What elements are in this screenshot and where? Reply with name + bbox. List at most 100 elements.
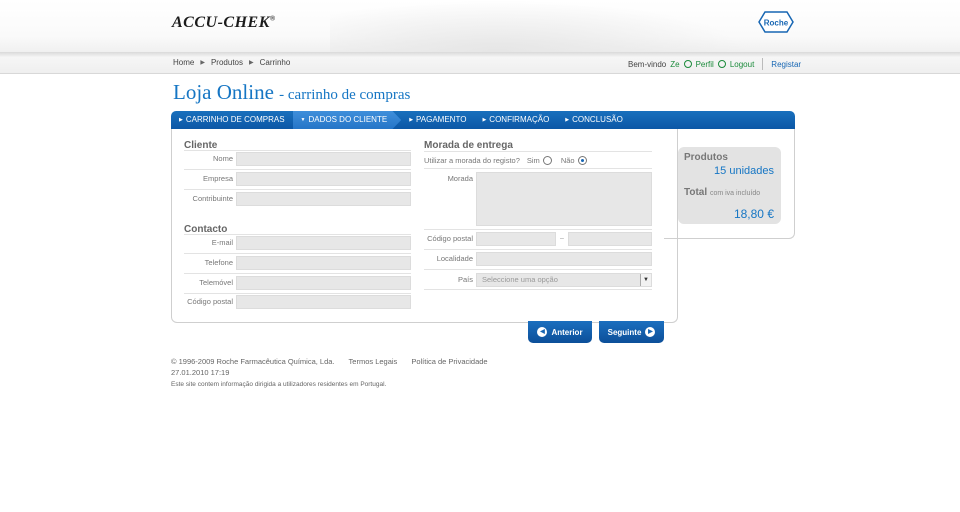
arrow-right-icon: ▶ [645, 327, 656, 337]
step-carrinho[interactable]: ▶ CARRINHO DE COMPRAS [171, 111, 293, 129]
contribuinte-label: Contribuinte [192, 194, 233, 203]
welcome-text: Bem-vindo [628, 59, 667, 69]
email-input[interactable] [236, 236, 411, 250]
products-label: Produtos [684, 152, 728, 163]
morada-textarea[interactable] [476, 172, 652, 226]
divider [424, 168, 652, 169]
delivery-section-title: Morada de entrega [424, 140, 513, 151]
register-link[interactable]: Registar [771, 60, 801, 69]
codigo-postal-label: Código postal [187, 297, 233, 306]
user-icon [683, 60, 692, 68]
step-confirmacao[interactable]: ▶ CONFIRMAÇÃO [474, 111, 557, 129]
chevron-down-icon[interactable]: ▼ [640, 274, 651, 286]
telemovel-row: Telemóvel [184, 276, 411, 290]
next-button[interactable]: Seguinte ▶ [599, 321, 664, 343]
yes-label: Sim [526, 156, 540, 165]
arrow-left-icon: ◀ [537, 327, 548, 337]
breadcrumb: Home ▶ Produtos ▶ Carrinho [173, 58, 290, 67]
divider [424, 249, 652, 250]
chevron-right-icon: ▶ [200, 60, 205, 66]
logout-link[interactable]: Logout [730, 60, 754, 69]
chevron-right-icon: ▶ [565, 117, 570, 123]
footer-disclaimer: Este site contem informação dirigida a u… [171, 381, 387, 388]
products-value: 15 unidades [714, 165, 774, 177]
chevron-down-icon: ▼ [300, 117, 306, 123]
total-label: Total com iva incluído [684, 187, 761, 198]
telefone-label: Telefone [204, 258, 233, 267]
step-conclusao[interactable]: ▶ CONCLUSÃO [557, 111, 631, 129]
telemovel-label: Telemóvel [199, 278, 233, 287]
morada-label: Morada [447, 174, 473, 183]
delivery-postal-row: Código postal – [424, 232, 652, 246]
copyright: © 1996-2009 Roche Farmacêutica Química, … [171, 357, 335, 366]
postal-code-part1-input[interactable] [476, 232, 556, 246]
divider [184, 253, 411, 254]
divider [424, 289, 652, 290]
svg-text:Roche: Roche [764, 19, 789, 28]
nome-input[interactable] [236, 152, 411, 166]
chevron-right-icon: ▶ [249, 60, 254, 66]
localidade-row: Localidade [424, 252, 652, 266]
footer-date: 27.01.2010 17:19 [171, 368, 230, 377]
pais-select[interactable]: Seleccione uma opção ▼ [476, 273, 652, 287]
total-value: 18,80 € [733, 207, 774, 221]
localidade-input[interactable] [476, 252, 652, 266]
chevron-right-icon: ▶ [482, 117, 487, 123]
breadcrumb-carrinho[interactable]: Carrinho [260, 58, 291, 67]
total-note: com iva incluído [709, 190, 761, 197]
codigo-postal-row: Código postal [184, 295, 411, 309]
step-pagamento[interactable]: ▶ PAGAMENTO [401, 111, 474, 129]
use-registered-address: Utilizar a morada do registo? Sim Não [424, 156, 587, 165]
previous-button[interactable]: ◀ Anterior [528, 321, 592, 343]
localidade-label: Localidade [436, 254, 473, 263]
legal-terms-link[interactable]: Termos Legais [349, 356, 398, 367]
user-name: Ze [670, 59, 680, 69]
page-title: Loja Online - carrinho de compras [173, 80, 411, 104]
divider [184, 189, 411, 190]
breadcrumb-home[interactable]: Home [173, 58, 194, 67]
no-radio[interactable] [577, 156, 587, 165]
privacy-policy-link[interactable]: Política de Privacidade [411, 356, 487, 367]
contribuinte-row: Contribuinte [184, 192, 411, 206]
telemovel-input[interactable] [236, 276, 411, 290]
header-swoosh [330, 0, 750, 52]
divider [762, 58, 764, 70]
empresa-label: Empresa [202, 174, 233, 183]
postal-separator: – [560, 235, 564, 242]
header: ACCU-CHEK® Roche [0, 0, 960, 52]
empresa-row: Empresa [184, 172, 411, 186]
divider [424, 229, 652, 230]
divider [184, 293, 411, 294]
checkout-steps: ▶ CARRINHO DE COMPRAS ▼ DADOS DO CLIENTE ▶… [171, 111, 795, 129]
telefone-input[interactable] [236, 256, 411, 270]
breadcrumb-produtos[interactable]: Produtos [211, 58, 243, 67]
top-navbar: Home ▶ Produtos ▶ Carrinho Bem-vindo Ze … [0, 52, 960, 74]
email-label: E-mail [211, 238, 233, 247]
accu-chek-logo[interactable]: ACCU-CHEK® [172, 14, 276, 32]
postal-code-part2-input[interactable] [568, 232, 652, 246]
user-bar: Bem-vindo Ze Perfil Logout Registar [628, 58, 801, 70]
nome-row: Nome [184, 152, 411, 166]
roche-logo[interactable]: Roche [758, 11, 794, 33]
divider [184, 150, 411, 151]
pais-row: País Seleccione uma opção ▼ [424, 273, 652, 287]
page-subtitle: - carrinho de compras [279, 87, 411, 103]
contribuinte-input[interactable] [236, 192, 411, 206]
divider [184, 234, 411, 235]
chevron-right-icon: ▶ [409, 117, 414, 123]
profile-link[interactable]: Perfil [696, 60, 714, 69]
empresa-input[interactable] [236, 172, 411, 186]
step-dados-cliente[interactable]: ▼ DADOS DO CLIENTE [292, 111, 402, 129]
nome-label: Nome [212, 154, 233, 163]
order-summary: Produtos 15 unidades Total com iva inclu… [678, 147, 781, 224]
use-registered-label: Utilizar a morada do registo? [424, 156, 520, 165]
email-row: E-mail [184, 236, 411, 250]
codigo-postal-input[interactable] [236, 295, 411, 309]
chevron-right-icon: ▶ [179, 117, 183, 123]
divider [184, 273, 411, 274]
footer: © 1996-2009 Roche Farmacêutica Química, … [171, 356, 488, 390]
divider [424, 151, 652, 152]
power-icon [717, 60, 726, 68]
yes-radio[interactable] [542, 156, 552, 165]
delivery-postal-label: Código postal [427, 234, 473, 243]
